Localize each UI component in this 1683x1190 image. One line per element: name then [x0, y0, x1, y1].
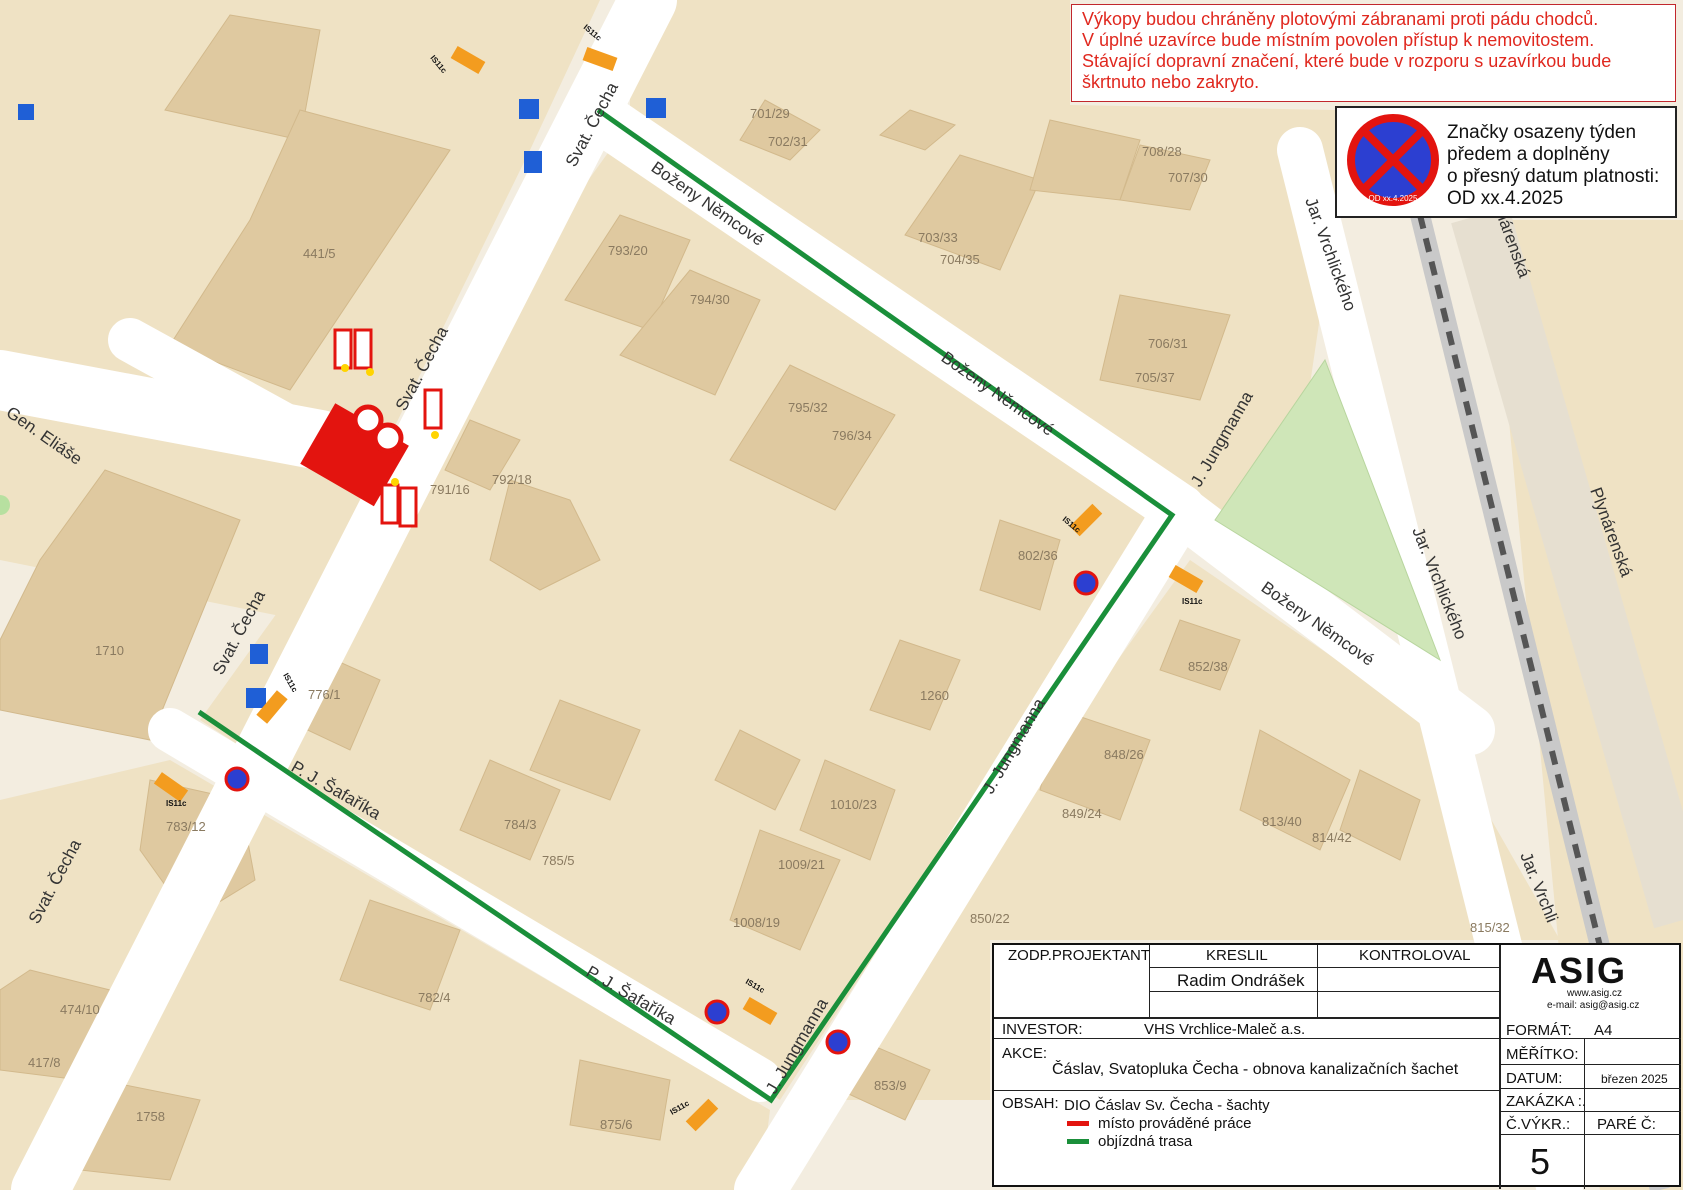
sign-notice-line: OD xx.4.2025 [1447, 188, 1564, 209]
house-number-label: 1260 [920, 688, 949, 703]
pare-label: PARÉ Č: [1597, 1116, 1656, 1133]
sign-notice-text: Značky osazeny týden předem a doplněny o… [1447, 122, 1659, 210]
house-number-label: 815/32 [1470, 920, 1510, 935]
note-line: Výkopy budou chráněny plotovými zábranam… [1082, 9, 1599, 29]
logo-web: www.asig.cz [1567, 988, 1623, 999]
obsah-value: DIO Čáslav Sv. Čecha - šachty [1064, 1097, 1270, 1114]
investor-value: VHS Vrchlice-Maleč a.s. [1144, 1021, 1306, 1038]
cvykr-label: Č.VÝKR.: [1506, 1116, 1571, 1133]
house-number-label: 852/38 [1188, 659, 1228, 674]
house-number-label: 792/18 [492, 472, 532, 487]
house-number-label: 794/30 [690, 292, 730, 307]
one-way-sign-icon [250, 644, 268, 664]
house-number-label: 793/20 [608, 243, 648, 258]
no-parking-sign-icon [704, 999, 730, 1025]
legend-work-label: místo prováděné práce [1098, 1115, 1252, 1132]
note-line: Stávající dopravní značení, které bude v… [1082, 51, 1612, 71]
house-number-label: 813/40 [1262, 814, 1302, 829]
house-number-label: 802/36 [1018, 548, 1058, 563]
cvykr-value: 5 [1530, 1141, 1551, 1182]
no-parking-sign-icon [224, 766, 250, 792]
sign-code-label: IS11c [166, 799, 187, 808]
notes-box: Výkopy budou chráněny plotovými zábranam… [1071, 4, 1676, 102]
format-value: A4 [1594, 1022, 1613, 1039]
datum-label: DATUM: [1506, 1070, 1563, 1087]
house-number-label: 848/26 [1104, 747, 1144, 762]
format-label: FORMÁT: [1506, 1022, 1572, 1039]
house-number-label: 417/8 [28, 1055, 61, 1070]
kontroloval-label: KONTROLOVAL [1359, 947, 1471, 964]
wheelchair-icon [18, 104, 34, 120]
house-number-label: 441/5 [303, 246, 336, 261]
house-number-label: 1008/19 [733, 915, 780, 930]
house-number-label: 702/31 [768, 134, 808, 149]
house-number-label: 814/42 [1312, 830, 1352, 845]
house-number-label: 1758 [136, 1109, 165, 1124]
house-number-label: 875/6 [600, 1117, 633, 1132]
house-number-label: 849/24 [1062, 806, 1102, 821]
asig-logo-icon: ASIG [1531, 950, 1627, 989]
investor-label: INVESTOR: [1002, 1021, 1083, 1038]
legend-work-swatch [1067, 1121, 1089, 1126]
meritko-label: MĚŘÍTKO: [1506, 1046, 1579, 1063]
house-number-label: 784/3 [504, 817, 537, 832]
house-number-label: 791/16 [430, 482, 470, 497]
house-number-label: 850/22 [970, 911, 1010, 926]
house-number-label: 708/28 [1142, 144, 1182, 159]
obsah-label: OBSAH: [1002, 1095, 1059, 1112]
akce-label: AKCE: [1002, 1045, 1048, 1062]
parking-sign-icon [246, 688, 266, 708]
note-line: V úplné uzavírce bude místním povolen př… [1082, 30, 1595, 50]
zodp-label: ZODP.PROJEKTANT [1008, 947, 1150, 964]
house-number-label: 853/9 [874, 1078, 907, 1093]
parking-sign-icon [519, 99, 539, 119]
legend-detour-swatch [1067, 1139, 1089, 1144]
kreslil-name: Radim Ondrášek [1177, 971, 1305, 990]
note-line: škrtnuto nebo zakryto. [1082, 72, 1260, 92]
house-number-label: 706/31 [1148, 336, 1188, 351]
house-number-label: 701/29 [750, 106, 790, 121]
map-stage: Svat. Čecha Svat. Čecha Svat. Čecha Svat… [0, 0, 1683, 1190]
datum-value: březen 2025 [1601, 1072, 1668, 1086]
house-number-label: 776/1 [308, 687, 341, 702]
logo-email: e-mail: asig@asig.cz [1547, 1000, 1640, 1011]
sign-validity-label: OD xx.4.2025 [1369, 194, 1418, 203]
legend-detour-label: objízdná trasa [1098, 1133, 1193, 1150]
kreslil-label: KRESLIL [1206, 947, 1268, 964]
sign-notice-line: předem a doplněny [1447, 144, 1610, 165]
sign-notice-line: Značky osazeny týden [1447, 122, 1637, 143]
sign-notice-box: OD xx.4.2025 Značky osazeny týden předem… [1335, 106, 1677, 218]
house-number-label: 782/4 [418, 990, 451, 1005]
no-parking-sign-icon [1073, 570, 1099, 596]
zakazka-label: ZAKÁZKA :. [1506, 1093, 1587, 1110]
house-number-label: 796/34 [832, 428, 872, 443]
house-number-label: 705/37 [1135, 370, 1175, 385]
house-number-label: 783/12 [166, 819, 206, 834]
house-number-label: 1009/21 [778, 857, 825, 872]
title-block: ZODP.PROJEKTANT KRESLIL KONTROLOVAL Radi… [992, 943, 1681, 1189]
sign-code-label: IS11c [1182, 597, 1203, 606]
house-number-label: 1010/23 [830, 797, 877, 812]
one-way-sign-icon [524, 151, 542, 173]
parking-sign-icon [646, 98, 666, 118]
house-number-label: 1710 [95, 643, 124, 658]
house-number-label: 703/33 [918, 230, 958, 245]
house-number-label: 474/10 [60, 1002, 100, 1017]
logo-text: ASIG [1531, 950, 1627, 989]
house-number-label: 704/35 [940, 252, 980, 267]
house-number-label: 795/32 [788, 400, 828, 415]
no-parking-sign-icon [825, 1029, 851, 1055]
akce-value: Čáslav, Svatopluka Čecha - obnova kanali… [1052, 1061, 1459, 1078]
no-stopping-sign-icon: OD xx.4.2025 [1347, 114, 1439, 206]
house-number-label: 707/30 [1168, 170, 1208, 185]
house-number-label: 785/5 [542, 853, 575, 868]
sign-notice-line: o přesný datum platnosti: [1447, 166, 1660, 187]
